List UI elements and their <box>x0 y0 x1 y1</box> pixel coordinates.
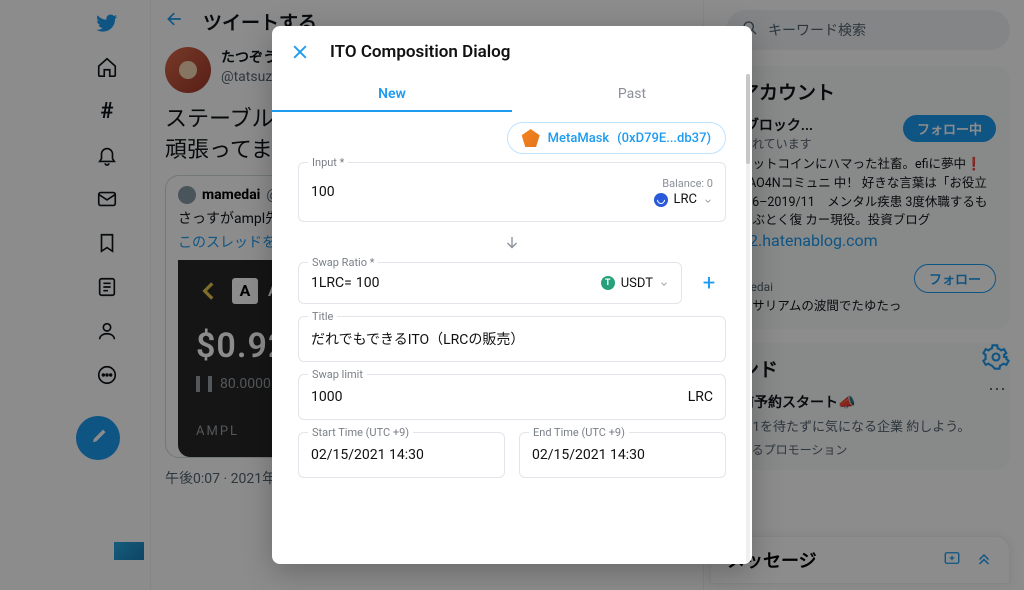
swap-limit-field: Swap limit LRC <box>298 374 726 420</box>
swap-ratio-prefix: 1LRC= <box>311 275 352 291</box>
wallet-address: (0xD79E...db37) <box>617 131 711 146</box>
balance-label: Balance: 0 <box>662 177 713 190</box>
input-token-selector[interactable]: LRC <box>654 192 713 207</box>
field-label: Input * <box>308 156 348 169</box>
input-amount-input[interactable] <box>311 184 654 200</box>
ito-composition-dialog: ITO Composition Dialog New Past MetaMask… <box>272 26 752 564</box>
add-swap-pair-button[interactable]: + <box>692 266 726 300</box>
swap-token-selector[interactable]: USDT <box>601 276 669 291</box>
lrc-token-icon <box>654 193 668 207</box>
title-input[interactable] <box>311 331 713 347</box>
swap-token-symbol: USDT <box>621 276 653 291</box>
field-label: Swap Ratio * <box>308 256 378 269</box>
wallet-chip[interactable]: MetaMask (0xD79E...db37) <box>507 122 726 154</box>
metamask-icon <box>522 129 540 147</box>
end-time-field: End Time (UTC +9) <box>519 432 726 478</box>
field-label: End Time (UTC +9) <box>529 426 629 439</box>
close-icon[interactable] <box>290 42 310 62</box>
swap-ratio-input[interactable] <box>356 275 601 291</box>
chevron-down-icon <box>703 195 713 205</box>
start-time-field: Start Time (UTC +9) <box>298 432 505 478</box>
input-token-symbol: LRC <box>674 192 697 207</box>
dialog-tabs: New Past <box>272 72 752 112</box>
chevron-down-icon <box>659 278 669 288</box>
usdt-token-icon <box>601 276 615 290</box>
arrow-down-icon <box>298 234 726 252</box>
tab-past[interactable]: Past <box>512 72 752 112</box>
wallet-name: MetaMask <box>548 131 610 146</box>
field-label: Title <box>308 310 337 323</box>
swap-limit-input[interactable] <box>311 389 688 405</box>
start-time-input[interactable] <box>311 447 492 463</box>
tab-new[interactable]: New <box>272 72 512 112</box>
field-label: Swap limit <box>308 368 367 381</box>
dialog-title: ITO Composition Dialog <box>330 42 510 62</box>
swap-limit-unit: LRC <box>688 389 713 405</box>
swap-ratio-field: Swap Ratio * 1LRC= USDT <box>298 262 682 304</box>
field-label: Start Time (UTC +9) <box>308 426 413 439</box>
end-time-input[interactable] <box>532 447 713 463</box>
title-field: Title <box>298 316 726 362</box>
input-amount-field: Input * Balance: 0 LRC <box>298 162 726 222</box>
